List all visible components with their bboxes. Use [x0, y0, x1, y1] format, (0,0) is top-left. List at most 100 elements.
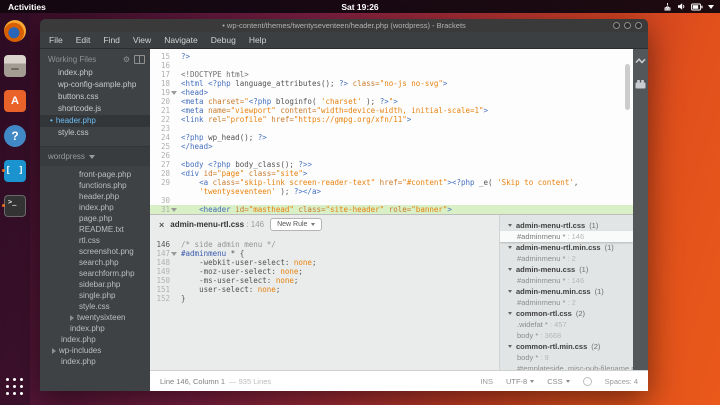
code-line-26[interactable]: 26	[150, 151, 633, 160]
dock-item-ubuntu-software[interactable]: A	[2, 88, 28, 113]
tree-item-wp-includes[interactable]: wp-includes	[40, 345, 150, 356]
rule-#templateside,.misc-pub-filename,pre,wi...[interactable]: #templateside,.misc-pub-filename,pre,wi.…	[500, 363, 633, 370]
code-line-19[interactable]: 19<head>	[150, 88, 633, 97]
menu-navigate[interactable]: Navigate	[164, 35, 198, 45]
dock-item-show-applications[interactable]	[2, 374, 28, 399]
project-dropdown[interactable]: wordpress	[40, 146, 150, 166]
extension-manager-icon[interactable]	[635, 79, 646, 89]
maximize-button[interactable]	[624, 22, 631, 29]
menu-debug[interactable]: Debug	[211, 35, 236, 45]
new-rule-button[interactable]: New Rule	[270, 218, 322, 231]
tree-item-index.php[interactable]: index.php	[40, 323, 150, 334]
rule-body *[interactable]: body * : 3668	[500, 330, 633, 341]
rule-#adminmenu *[interactable]: #adminmenu * : 146	[500, 275, 633, 286]
tree-item-README.txt[interactable]: README.txt	[40, 224, 150, 235]
menu-find[interactable]: Find	[103, 35, 120, 45]
code-line-15[interactable]: 15?>	[150, 52, 633, 61]
code-line-30[interactable]: 30	[150, 196, 633, 205]
code-line-wrap[interactable]: 'twentyseventeen' ); ?></a>	[150, 187, 633, 196]
rules-file-common-rtl.css[interactable]: common-rtl.css (2)	[500, 308, 633, 319]
working-file-wp-config-sample.php[interactable]: wp-config-sample.php	[40, 79, 150, 91]
code-line-25[interactable]: 25</head>	[150, 142, 633, 151]
dock-item-firefox[interactable]	[2, 18, 28, 43]
live-preview-icon[interactable]	[635, 56, 646, 66]
split-view-icon[interactable]	[134, 55, 145, 64]
close-button[interactable]	[635, 22, 642, 29]
gear-icon[interactable]: ⚙	[123, 56, 130, 64]
indent-setting[interactable]: Spaces: 4	[605, 377, 638, 386]
window-controls[interactable]	[613, 22, 642, 29]
rules-file-admin-menu-rtl.css[interactable]: admin-menu-rtl.css (1)	[500, 220, 633, 231]
code-line-152[interactable]: 152}	[150, 294, 499, 303]
quick-edit-code[interactable]: 146/* side admin menu */147#adminmenu * …	[150, 240, 499, 303]
menu-view[interactable]: View	[133, 35, 151, 45]
tree-item-index.php[interactable]: index.php	[40, 334, 150, 345]
rule-#adminmenu *[interactable]: #adminmenu * : 2	[500, 297, 633, 308]
working-file-index.php[interactable]: index.php	[40, 67, 150, 79]
tree-item-screenshot.png[interactable]: screenshot.png	[40, 246, 150, 257]
code-line-149[interactable]: 149 -moz-user-select: none;	[150, 267, 499, 276]
working-file-header.php[interactable]: •header.php	[40, 115, 150, 127]
rule-#adminmenu *[interactable]: #adminmenu * : 146	[500, 231, 633, 242]
working-file-style.css[interactable]: style.css	[40, 127, 150, 139]
rule-#adminmenu *[interactable]: #adminmenu * : 2	[500, 253, 633, 264]
lint-status-icon[interactable]	[583, 377, 592, 386]
code-line-148[interactable]: 148 -webkit-user-select: none;	[150, 258, 499, 267]
code-line-29[interactable]: 29 <a class="skip-link screen-reader-tex…	[150, 178, 633, 187]
rules-file-common-rtl.min.css[interactable]: common-rtl.min.css (2)	[500, 341, 633, 352]
tree-item-twentysixteen[interactable]: twentysixteen	[40, 312, 150, 323]
code-line-151[interactable]: 151 user-select: none;	[150, 285, 499, 294]
rule-body *[interactable]: body * : 9	[500, 352, 633, 363]
tree-item-sidebar.php[interactable]: sidebar.php	[40, 279, 150, 290]
encoding-select[interactable]: UTF-8	[506, 377, 534, 386]
system-tray[interactable]	[663, 2, 720, 11]
rules-file-admin-menu.css[interactable]: admin-menu.css (1)	[500, 264, 633, 275]
code-line-147[interactable]: 147#adminmenu * {	[150, 249, 499, 258]
code-line-17[interactable]: 17<!DOCTYPE html>	[150, 70, 633, 79]
tree-item-front-page.php[interactable]: front-page.php	[40, 169, 150, 180]
tree-item-page.php[interactable]: page.php	[40, 213, 150, 224]
rules-file-admin-menu.min.css[interactable]: admin-menu.min.css (1)	[500, 286, 633, 297]
clock[interactable]: Sat 19:26	[0, 2, 720, 12]
tree-item-index.php[interactable]: index.php	[40, 356, 150, 367]
menu-help[interactable]: Help	[249, 35, 266, 45]
code-line-24[interactable]: 24<?php wp_head(); ?>	[150, 133, 633, 142]
code-line-150[interactable]: 150 -ms-user-select: none;	[150, 276, 499, 285]
menu-file[interactable]: File	[49, 35, 63, 45]
code-line-18[interactable]: 18<html <?php language_attributes(); ?> …	[150, 79, 633, 88]
tree-item-index.php[interactable]: index.php	[40, 202, 150, 213]
tree-item-single.php[interactable]: single.php	[40, 290, 150, 301]
code-line-22[interactable]: 22<link rel="profile" href="https://gmpg…	[150, 115, 633, 124]
dock-item-terminal[interactable]: >_	[2, 193, 28, 218]
code-line-20[interactable]: 20<meta charset="<?php bloginfo( 'charse…	[150, 97, 633, 106]
language-select[interactable]: CSS	[547, 377, 569, 386]
code-line-21[interactable]: 21<meta name="viewport" content="width=d…	[150, 106, 633, 115]
activities-button[interactable]: Activities	[0, 2, 46, 12]
working-file-shortcode.js[interactable]: shortcode.js	[40, 103, 150, 115]
tree-item-header.php[interactable]: header.php	[40, 191, 150, 202]
dock-item-file-manager[interactable]	[2, 53, 28, 78]
working-file-buttons.css[interactable]: buttons.css	[40, 91, 150, 103]
rules-file-admin-menu-rtl.min.css[interactable]: admin-menu-rtl.min.css (1)	[500, 242, 633, 253]
code-line-23[interactable]: 23	[150, 124, 633, 133]
tree-item-rtl.css[interactable]: rtl.css	[40, 235, 150, 246]
scrollbar[interactable]	[625, 64, 630, 110]
code-line-146[interactable]: 146/* side admin menu */	[150, 240, 499, 249]
tree-item-style.css[interactable]: style.css	[40, 301, 150, 312]
insert-mode-indicator[interactable]: INS	[480, 377, 493, 386]
code-line-27[interactable]: 27<body <?php body_class(); ?>>	[150, 160, 633, 169]
minimize-button[interactable]	[613, 22, 620, 29]
code-line-16[interactable]: 16	[150, 61, 633, 70]
close-icon[interactable]: ×	[159, 220, 164, 230]
code-line-28[interactable]: 28<div id="page" class="site">	[150, 169, 633, 178]
code-area[interactable]: 15?>1617<!DOCTYPE html>18<html <?php lan…	[150, 49, 633, 214]
tree-item-searchform.php[interactable]: searchform.php	[40, 268, 150, 279]
tree-item-search.php[interactable]: search.php	[40, 257, 150, 268]
dock-item-help[interactable]: ?	[2, 123, 28, 148]
tree-item-functions.php[interactable]: functions.php	[40, 180, 150, 191]
code-line-31[interactable]: 31 <header id="masthead" class="site-hea…	[150, 205, 633, 214]
dock-item-brackets[interactable]: [ ]	[2, 158, 28, 183]
rule-.widefat *[interactable]: .widefat * : 457	[500, 319, 633, 330]
menu-edit[interactable]: Edit	[76, 35, 91, 45]
editor[interactable]: 15?>1617<!DOCTYPE html>18<html <?php lan…	[150, 49, 633, 370]
